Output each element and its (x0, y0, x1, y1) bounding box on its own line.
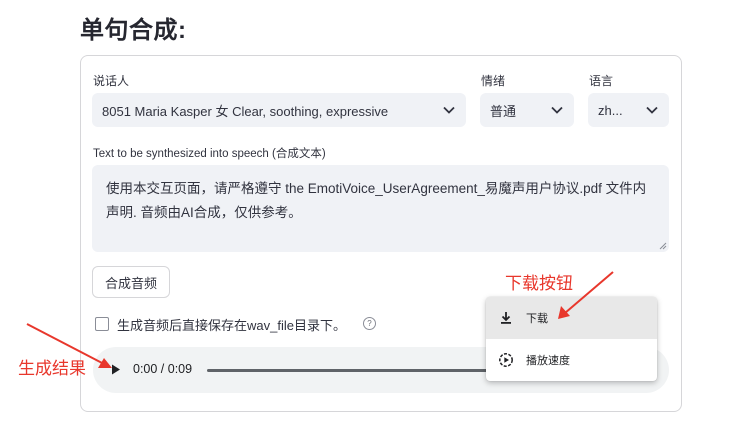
annotation-arrows (26, 271, 614, 368)
arrow-head-download-icon (558, 306, 570, 319)
arrow-to-result (26, 323, 105, 365)
arrow-to-download (564, 271, 614, 314)
